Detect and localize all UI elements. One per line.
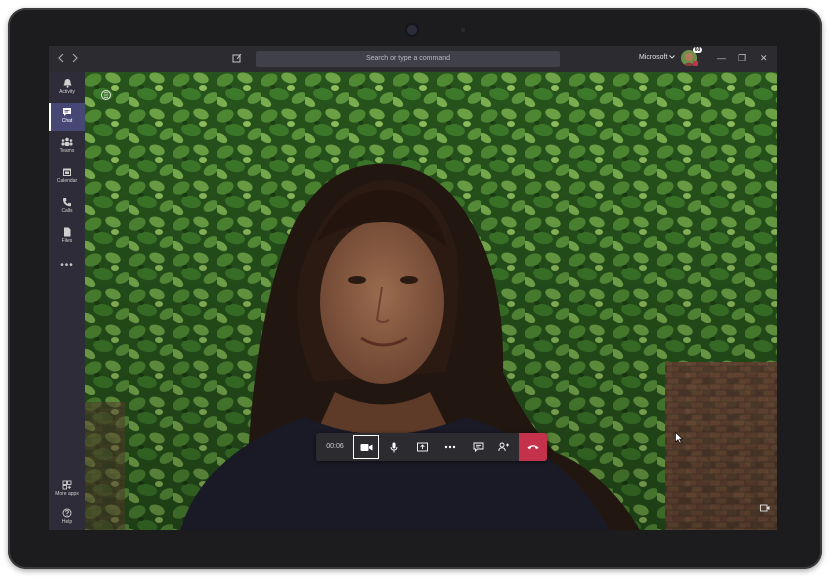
- close-button[interactable]: ✕: [760, 52, 768, 64]
- rail-label-teams: Teams: [59, 148, 75, 154]
- bell-icon: [63, 79, 71, 88]
- help-icon: [62, 508, 72, 518]
- background-effects-icon: [101, 90, 111, 100]
- title-bar: Search or type a command Microsoft 60 — …: [49, 46, 777, 72]
- forward-button[interactable]: [71, 53, 79, 67]
- apps-icon: [62, 480, 72, 490]
- self-view-toggle-button[interactable]: [760, 500, 770, 512]
- chevron-down-icon: [669, 55, 676, 59]
- background-effects-button[interactable]: [100, 88, 112, 100]
- share-screen-button[interactable]: [409, 433, 435, 461]
- presence-indicator: [693, 61, 698, 66]
- org-switcher[interactable]: Microsoft: [639, 54, 676, 61]
- camera-toggle-button[interactable]: [353, 435, 379, 459]
- conversation-button[interactable]: [465, 433, 491, 461]
- device-sensor: [461, 28, 465, 32]
- rail-label-help: Help: [61, 519, 73, 525]
- back-button[interactable]: [57, 53, 65, 67]
- video-stage: 00:06: [85, 72, 777, 530]
- rail-item-help[interactable]: Help: [49, 504, 85, 530]
- rail-label-chat: Chat: [61, 118, 73, 124]
- device-camera: [407, 25, 417, 35]
- chat-bubble-icon: [473, 442, 483, 452]
- maximize-button[interactable]: ❐: [738, 52, 746, 64]
- more-options-button[interactable]: [437, 433, 463, 461]
- rail-label-calls: Calls: [61, 208, 73, 214]
- hang-up-button[interactable]: [519, 433, 547, 461]
- mouse-cursor: [675, 432, 683, 444]
- chat-icon: [63, 108, 71, 116]
- rail-item-calendar[interactable]: Calendar: [49, 163, 85, 191]
- rail-item-files[interactable]: Files: [49, 223, 85, 251]
- chevron-right-icon: [72, 53, 78, 63]
- rail-label-more-apps: More apps: [55, 491, 79, 497]
- chevron-left-icon: [58, 53, 64, 63]
- app-rail: Activity Chat Teams Calendar Calls Files…: [49, 72, 85, 530]
- notification-badge: 60: [693, 47, 702, 53]
- search-input[interactable]: Search or type a command: [256, 51, 560, 67]
- teams-icon: [61, 137, 73, 146]
- rail-item-calls[interactable]: Calls: [49, 193, 85, 221]
- rail-item-teams[interactable]: Teams: [49, 133, 85, 161]
- rail-label-activity: Activity: [59, 89, 75, 95]
- rail-label-files: Files: [61, 238, 73, 244]
- new-chat-button[interactable]: [232, 53, 242, 63]
- participants-icon: [498, 442, 509, 452]
- hang-up-icon: [527, 445, 539, 450]
- more-options-icon: [444, 445, 456, 449]
- more-apps-ellipsis[interactable]: •••: [49, 260, 85, 271]
- rail-item-chat[interactable]: Chat: [49, 103, 85, 131]
- call-controls-bar: 00:06: [316, 433, 547, 461]
- video-camera-icon: [360, 443, 372, 451]
- calendar-icon: [63, 168, 71, 176]
- file-icon: [64, 227, 71, 237]
- teams-app-window: Search or type a command Microsoft 60 — …: [49, 46, 777, 530]
- rail-item-more-apps[interactable]: More apps: [49, 476, 85, 504]
- call-timer: 00:06: [326, 443, 344, 450]
- video-feed: [85, 72, 777, 530]
- mute-button[interactable]: [381, 433, 407, 461]
- microphone-icon: [390, 442, 398, 452]
- compose-icon: [232, 53, 242, 63]
- org-name: Microsoft: [639, 54, 668, 61]
- rail-item-activity[interactable]: Activity: [49, 74, 85, 102]
- rail-label-calendar: Calendar: [56, 178, 78, 184]
- phone-icon: [63, 198, 71, 207]
- share-screen-icon: [416, 442, 428, 452]
- minimize-button[interactable]: —: [717, 52, 726, 64]
- participants-button[interactable]: [491, 433, 517, 461]
- self-view-icon: [760, 504, 770, 512]
